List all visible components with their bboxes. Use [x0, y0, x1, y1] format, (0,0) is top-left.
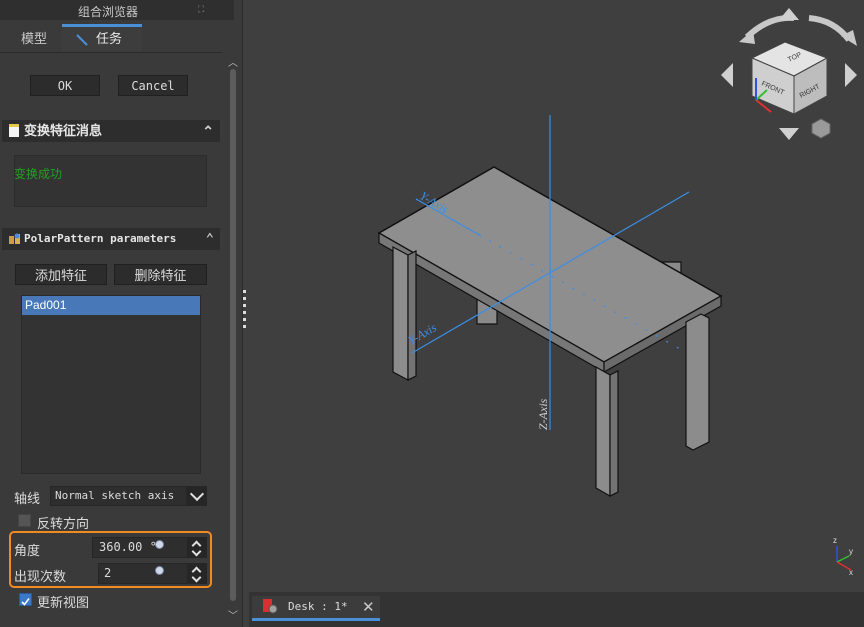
occurrences-stepper[interactable]	[187, 563, 207, 584]
params-section-header[interactable]: PolarPattern parameters ⌃	[2, 228, 220, 250]
tabs-divider	[0, 52, 222, 53]
scene-svg[interactable]: Y-Axis Y-Axis Z-Axis TOP FRONT RIGHT z y…	[249, 0, 864, 592]
expression-icon[interactable]	[155, 566, 164, 575]
axis-triad: z y x	[833, 536, 853, 577]
params-section-title: PolarPattern parameters	[24, 232, 177, 245]
expression-icon[interactable]	[155, 540, 164, 549]
axis-select[interactable]: Normal sketch axis	[50, 486, 207, 506]
desk-leg-front-mid-a	[595, 365, 611, 498]
message-section-header[interactable]: 变换特征消息 ⌃	[2, 120, 220, 142]
add-feature-button[interactable]: 添加特征	[15, 264, 107, 285]
task-icon	[76, 33, 88, 46]
cancel-button[interactable]: Cancel	[118, 75, 188, 96]
panel-title: 组合浏览器	[77, 5, 138, 19]
svg-text:x: x	[849, 568, 853, 577]
ok-button[interactable]: OK	[30, 75, 100, 96]
navigation-cube[interactable]: TOP FRONT RIGHT	[721, 8, 857, 140]
close-icon[interactable]: ✕	[362, 598, 375, 616]
nav-right-arrow[interactable]	[845, 63, 857, 87]
check-icon	[21, 598, 30, 606]
chevron-up-icon[interactable]: ⌃	[202, 120, 214, 142]
document-tab-label: Desk : 1*	[288, 600, 348, 613]
tab-model[interactable]: 模型	[6, 26, 62, 52]
scroll-up-icon[interactable]: ︿	[228, 54, 238, 69]
angle-stepper[interactable]	[187, 537, 207, 558]
desk-leg-front-left-a	[392, 246, 409, 381]
list-item[interactable]: Pad001	[22, 296, 200, 315]
desk-leg-front-right	[685, 313, 710, 451]
svg-text:y: y	[849, 547, 853, 556]
desk-leg-front-left-b	[407, 250, 417, 381]
update-view-checkbox[interactable]	[19, 593, 32, 606]
tab-task-label: 任务	[96, 31, 123, 46]
polar-pattern-icon	[9, 233, 20, 244]
scrollbar-thumb[interactable]	[230, 69, 236, 601]
update-view-label: 更新视图	[37, 595, 90, 610]
axis-label: 轴线	[14, 491, 41, 506]
rotate-left-arrowhead	[739, 30, 755, 44]
reverse-checkbox[interactable]	[18, 514, 31, 527]
view-menu-cube-icon[interactable]	[811, 118, 831, 139]
message-section-title: 变换特征消息	[24, 123, 103, 138]
document-icon	[9, 124, 19, 137]
message-text: 变换成功	[14, 167, 63, 181]
splitter-handle[interactable]	[243, 290, 246, 330]
tab-task[interactable]: 任务	[62, 24, 142, 52]
feature-list[interactable]	[21, 295, 201, 474]
3d-viewport[interactable]: Y-Axis Y-Axis Z-Axis TOP FRONT RIGHT z y…	[249, 0, 864, 592]
nav-left-arrow[interactable]	[721, 63, 733, 87]
z-axis-label: Z-Axis	[536, 398, 550, 430]
nav-up-arrow[interactable]	[779, 8, 799, 20]
float-panel-icon[interactable]: ⛶	[198, 4, 208, 14]
document-icon	[263, 599, 278, 614]
nav-down-arrow[interactable]	[779, 128, 799, 140]
scroll-down-icon[interactable]: ﹀	[228, 607, 238, 622]
rotate-left-icon[interactable]	[744, 14, 795, 40]
desk-leg-front-mid-b	[609, 370, 619, 497]
svg-text:z: z	[833, 536, 837, 545]
angle-label: 角度	[14, 543, 41, 558]
occurrences-label: 出现次数	[14, 569, 67, 584]
remove-feature-button[interactable]: 删除特征	[114, 264, 207, 285]
chevron-down-icon[interactable]	[186, 486, 207, 506]
chevron-up-icon[interactable]: ⌃	[206, 228, 214, 250]
reverse-label: 反转方向	[37, 516, 90, 531]
